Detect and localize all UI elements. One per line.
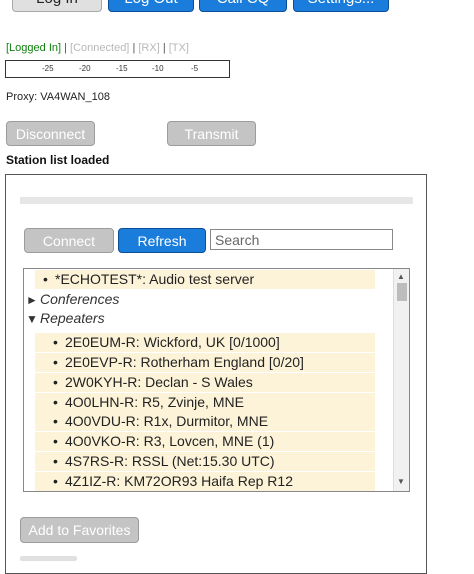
group-label: Repeaters bbox=[40, 310, 105, 326]
group-repeaters[interactable]: ▼ Repeaters bbox=[26, 309, 366, 328]
loading-progress-bar bbox=[20, 197, 413, 204]
station-label: 2W0KYH-R: Declan - S Wales bbox=[65, 374, 253, 390]
list-item[interactable]: • 2W0KYH-R: Declan - S Wales bbox=[35, 373, 375, 392]
list-item[interactable]: • 4S7RS-R: RSSL (Net:15.30 UTC) bbox=[35, 452, 375, 471]
meter-tick-label: -20 bbox=[79, 64, 91, 73]
list-item[interactable]: • *ECHOTEST*: Audio test server bbox=[35, 270, 375, 289]
scroll-thumb[interactable] bbox=[397, 283, 407, 301]
meter-tick-label: -15 bbox=[116, 64, 128, 73]
audio-level-meter: -25 -20 -15 -10 -5 bbox=[5, 60, 230, 78]
call-cq-button[interactable]: Call CQ bbox=[199, 0, 287, 12]
expand-arrow-icon[interactable]: ► bbox=[26, 291, 40, 310]
connection-status: [Logged In] | [Connected] | [RX] | [TX] bbox=[6, 42, 189, 54]
station-panel: Connect Refresh • *ECHOTEST*: Audio test … bbox=[5, 174, 427, 574]
bullet-icon: • bbox=[53, 413, 58, 429]
settings-button[interactable]: Settings... bbox=[293, 0, 389, 12]
list-scrollbar[interactable]: ▲ ▼ bbox=[393, 269, 409, 491]
list-item[interactable]: • 4O0VKO-R: R3, Lovcen, MNE (1) bbox=[35, 432, 375, 451]
station-label: 4O0VDU-R: R1x, Durmitor, MNE bbox=[65, 413, 269, 429]
bullet-icon: • bbox=[53, 334, 58, 350]
refresh-button[interactable]: Refresh bbox=[118, 228, 206, 253]
bullet-icon: • bbox=[53, 433, 58, 449]
bullet-icon: • bbox=[43, 271, 48, 287]
station-label: 4O0LHN-R: R5, Zvinje, MNE bbox=[65, 394, 244, 410]
station-search-input[interactable] bbox=[210, 229, 393, 250]
status-separator: | bbox=[132, 42, 136, 54]
station-label: 4S7RS-R: RSSL (Net:15.30 UTC) bbox=[65, 453, 275, 469]
station-label: *ECHOTEST*: Audio test server bbox=[55, 271, 255, 287]
list-item[interactable]: • 4O0VDU-R: R1x, Durmitor, MNE bbox=[35, 412, 375, 431]
meter-tick-label: -5 bbox=[191, 64, 199, 73]
station-label: 4Z1IZ-R: KM72OR93 Haifa Rep R12 bbox=[65, 473, 293, 489]
bullet-icon: • bbox=[53, 473, 58, 489]
scroll-up-arrow-icon[interactable]: ▲ bbox=[397, 272, 405, 281]
list-item[interactable]: • 2E0EVP-R: Rotherham England [0/20] bbox=[35, 353, 375, 372]
station-label: 2E0EUM-R: Wickford, UK [0/1000] bbox=[65, 334, 280, 350]
bullet-icon: • bbox=[53, 453, 58, 469]
bullet-icon: • bbox=[53, 374, 58, 390]
collapse-arrow-icon[interactable]: ▼ bbox=[26, 310, 40, 329]
meter-tick-label: -25 bbox=[42, 64, 54, 73]
rx-indicator: [RX] bbox=[138, 42, 160, 54]
connect-button[interactable]: Connect bbox=[24, 228, 114, 253]
favorites-section-stub bbox=[20, 556, 77, 561]
list-item[interactable]: • 4O0LHN-R: R5, Zvinje, MNE bbox=[35, 393, 375, 412]
status-separator: | bbox=[162, 42, 166, 54]
logged-in-indicator: [Logged In] bbox=[6, 42, 62, 54]
meter-tick-label: -10 bbox=[152, 64, 164, 73]
login-button[interactable]: Log In bbox=[12, 0, 102, 12]
scroll-down-arrow-icon[interactable]: ▼ bbox=[397, 477, 405, 486]
station-list-status: Station list loaded bbox=[6, 153, 110, 167]
logout-button[interactable]: Log Out bbox=[108, 0, 194, 12]
add-to-favorites-button[interactable]: Add to Favorites bbox=[20, 517, 139, 543]
station-label: 4O0VKO-R: R3, Lovcen, MNE (1) bbox=[65, 433, 275, 449]
status-separator: | bbox=[64, 42, 67, 54]
group-conferences[interactable]: ► Conferences bbox=[26, 290, 366, 309]
transmit-button[interactable]: Transmit bbox=[167, 121, 256, 146]
bullet-icon: • bbox=[53, 354, 58, 370]
list-item[interactable]: • 2E0EUM-R: Wickford, UK [0/1000] bbox=[35, 333, 375, 352]
proxy-label: Proxy: VA4WAN_108 bbox=[6, 91, 110, 103]
list-item[interactable]: • 4Z1IZ-R: KM72OR93 Haifa Rep R12 bbox=[35, 472, 375, 491]
bullet-icon: • bbox=[53, 394, 58, 410]
station-list[interactable]: • *ECHOTEST*: Audio test server ► Conferen… bbox=[23, 268, 410, 492]
disconnect-button[interactable]: Disconnect bbox=[6, 121, 95, 146]
tx-indicator: [TX] bbox=[168, 42, 189, 54]
group-label: Conferences bbox=[40, 291, 120, 307]
station-label: 2E0EVP-R: Rotherham England [0/20] bbox=[65, 354, 304, 370]
connected-indicator: [Connected] bbox=[70, 42, 130, 54]
